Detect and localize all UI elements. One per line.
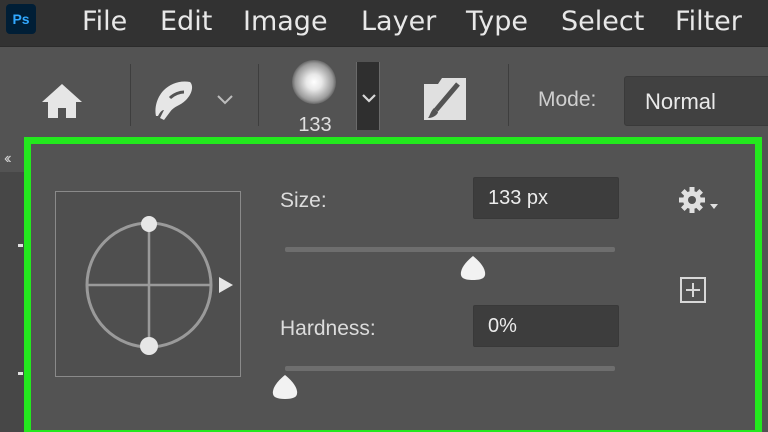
hardness-slider-thumb[interactable] <box>270 373 300 401</box>
side-strip-mark <box>18 372 23 375</box>
size-field[interactable]: 133 px <box>473 177 619 219</box>
brush-size-label: 133 <box>298 114 332 136</box>
menu-filter[interactable]: Filter <box>675 6 742 37</box>
brush-angle-roundness-widget[interactable] <box>55 191 255 377</box>
mode-label: Mode: <box>538 88 597 111</box>
menu-layer[interactable]: Layer <box>361 6 436 37</box>
brush-tool-icon <box>155 81 193 120</box>
options-separator <box>258 64 259 126</box>
home-button[interactable] <box>40 80 84 120</box>
hardness-label: Hardness: <box>280 317 376 340</box>
hardness-slider-track[interactable] <box>285 366 615 371</box>
side-strip-mark <box>18 244 23 247</box>
brush-settings-icon <box>424 78 466 120</box>
photoshop-logo: Ps <box>6 4 36 34</box>
options-separator <box>130 64 131 126</box>
brush-settings-panel-button[interactable] <box>420 74 470 124</box>
home-icon <box>42 84 82 118</box>
collapse-panel-icon[interactable]: ‹‹ <box>4 150 11 168</box>
chevron-down-icon <box>217 95 233 105</box>
options-separator <box>508 64 509 126</box>
chevron-down-icon <box>362 94 376 103</box>
mode-select[interactable]: Normal <box>624 76 768 126</box>
side-panel-strip <box>0 172 24 432</box>
brush-preset-picker-button[interactable] <box>356 62 380 130</box>
menu-file[interactable]: File <box>82 6 127 37</box>
menu-image[interactable]: Image <box>243 6 328 37</box>
popup-settings-button[interactable] <box>678 186 724 216</box>
gear-icon <box>679 187 718 213</box>
hardness-field[interactable]: 0% <box>473 305 619 347</box>
menu-bar: Ps File Edit Image Layer Type Select Fil… <box>0 0 768 46</box>
size-label: Size: <box>280 189 327 212</box>
size-slider-thumb[interactable] <box>458 254 488 282</box>
size-slider-track[interactable] <box>285 247 615 252</box>
brush-tool-button[interactable] <box>150 76 196 122</box>
menu-select[interactable]: Select <box>561 6 644 37</box>
tool-preset-chevron[interactable] <box>216 92 234 106</box>
menu-edit[interactable]: Edit <box>160 6 212 37</box>
brush-preview[interactable] <box>292 60 336 104</box>
add-preset-button[interactable] <box>680 277 706 303</box>
menu-type[interactable]: Type <box>466 6 528 37</box>
